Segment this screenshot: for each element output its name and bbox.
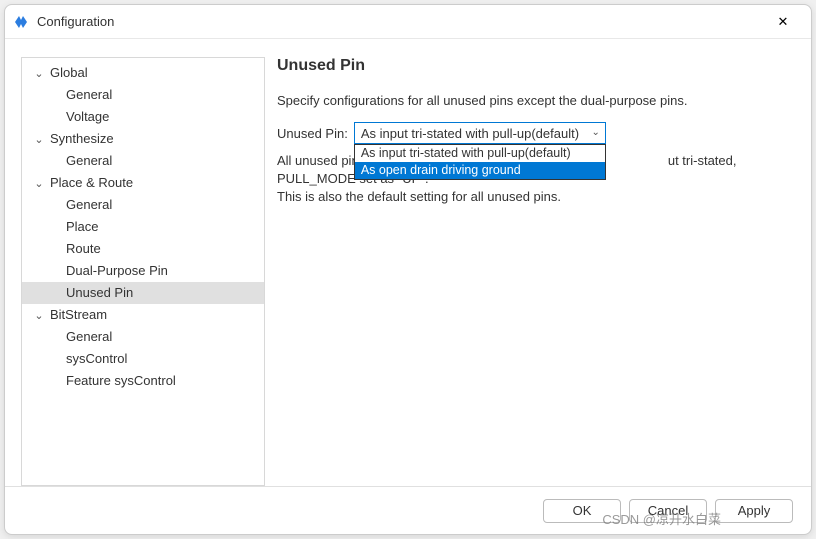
tree-item-label: Feature sysControl: [66, 373, 176, 388]
select-value: As input tri-stated with pull-up(default…: [361, 126, 579, 141]
tree-item-label: Place: [66, 219, 99, 234]
tree-item-label: General: [66, 329, 112, 344]
tree-item-label: Synthesize: [50, 131, 114, 146]
tree-item-label: Place & Route: [50, 175, 133, 190]
tree-item-general[interactable]: General: [22, 194, 264, 216]
ok-button[interactable]: OK: [543, 499, 621, 523]
tree-item-unused-pin[interactable]: Unused Pin: [22, 282, 264, 304]
tree-item-route[interactable]: Route: [22, 238, 264, 260]
nav-tree: ⌄ Global General Voltage ⌄ Synthesize General ⌄…: [21, 57, 265, 486]
select-dropdown: As input tri-stated with pull-up(default…: [354, 144, 606, 180]
tree-item-label: sysControl: [66, 351, 127, 366]
tree-item-general[interactable]: General: [22, 84, 264, 106]
tree-item-label: Voltage: [66, 109, 109, 124]
close-button[interactable]: ✕: [763, 8, 803, 36]
tree-item-syscontrol[interactable]: sysControl: [22, 348, 264, 370]
tree-item-label: Global: [50, 65, 88, 80]
tree-item-voltage[interactable]: Voltage: [22, 106, 264, 128]
select-wrap: As input tri-stated with pull-up(default…: [354, 122, 606, 144]
cancel-button[interactable]: Cancel: [629, 499, 707, 523]
unused-pin-select[interactable]: As input tri-stated with pull-up(default…: [354, 122, 606, 144]
tree-item-feature-syscontrol[interactable]: Feature sysControl: [22, 370, 264, 392]
tree-item-general[interactable]: General: [22, 326, 264, 348]
tree-item-general[interactable]: General: [22, 150, 264, 172]
panel-heading: Unused Pin: [277, 57, 795, 75]
dropdown-option[interactable]: As input tri-stated with pull-up(default…: [355, 145, 605, 162]
apply-button[interactable]: Apply: [715, 499, 793, 523]
config-window: Configuration ✕ ⌄ Global General Voltage ⌄ Sy…: [4, 4, 812, 535]
settings-panel: Unused Pin Specify configurations for al…: [277, 57, 795, 486]
tree-item-label: General: [66, 153, 112, 168]
field-label: Unused Pin:: [277, 126, 348, 141]
chevron-down-icon: ⌄: [32, 63, 46, 85]
tree-item-place[interactable]: Place: [22, 216, 264, 238]
tree-item-synthesize[interactable]: ⌄ Synthesize: [22, 128, 264, 150]
panel-description: Specify configurations for all unused pi…: [277, 93, 795, 108]
chevron-down-icon: ⌄: [32, 173, 46, 195]
tree-item-label: General: [66, 87, 112, 102]
chevron-down-icon: ⌄: [32, 305, 46, 327]
content-area: ⌄ Global General Voltage ⌄ Synthesize General ⌄…: [5, 39, 811, 486]
app-icon: [13, 14, 29, 30]
tree-item-label: Dual-Purpose Pin: [66, 263, 168, 278]
tree-item-label: Unused Pin: [66, 285, 133, 300]
tree-item-dual-purpose-pin[interactable]: Dual-Purpose Pin: [22, 260, 264, 282]
window-title: Configuration: [37, 14, 763, 29]
field-row: Unused Pin: As input tri-stated with pul…: [277, 122, 795, 144]
close-icon: ✕: [778, 14, 789, 30]
dialog-footer: OK Cancel Apply: [5, 486, 811, 534]
tree-item-label: Route: [66, 241, 101, 256]
chevron-down-icon: ⌄: [32, 129, 46, 151]
tree-item-bitstream[interactable]: ⌄ BitStream: [22, 304, 264, 326]
tree-item-label: General: [66, 197, 112, 212]
dropdown-option[interactable]: As open drain driving ground: [355, 162, 605, 179]
tree-item-label: BitStream: [50, 307, 107, 322]
chevron-down-icon: ⌄: [591, 127, 599, 138]
body-line2: This is also the default setting for all…: [277, 189, 561, 204]
tree-item-global[interactable]: ⌄ Global: [22, 62, 264, 84]
titlebar: Configuration ✕: [5, 5, 811, 39]
tree-item-place-route[interactable]: ⌄ Place & Route: [22, 172, 264, 194]
